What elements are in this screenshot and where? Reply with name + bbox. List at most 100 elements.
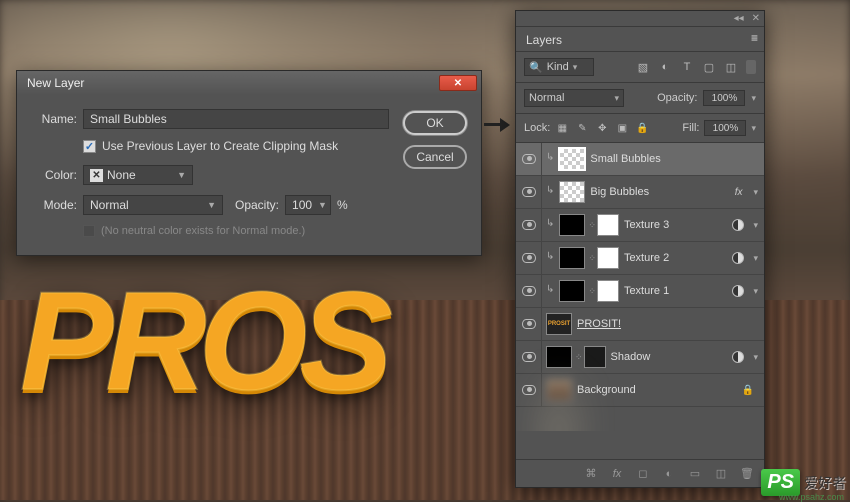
layer-thumbnail[interactable] [559,148,585,170]
expand-icon[interactable]: ▾ [753,352,758,363]
expand-icon[interactable]: ▾ [753,187,758,198]
opacity-input[interactable]: 100 ▼ [285,195,331,215]
panel-close-icon[interactable]: ✕ [752,13,760,24]
clip-indicator-icon: ↳ [546,251,554,262]
visibility-toggle[interactable] [516,209,542,241]
layer-mask-thumbnail[interactable] [597,247,619,269]
layer-name-label[interactable]: Background [577,384,737,396]
mode-select[interactable]: Normal ▼ [83,195,223,215]
fx-indicator[interactable]: fx [735,187,743,198]
advanced-blend-icon[interactable] [732,351,744,363]
chevron-down-icon: ▾ [614,93,619,104]
layer-opacity-input[interactable]: 100% [703,90,745,106]
layer-thumbnail[interactable] [559,181,585,203]
advanced-blend-icon[interactable] [732,219,744,231]
close-icon: ✕ [454,78,462,89]
lock-artboard-icon[interactable]: ▣ [615,121,629,135]
delete-layer-icon[interactable]: 🗑 [740,467,754,481]
blend-mode-select[interactable]: Normal ▾ [524,89,624,107]
layer-row[interactable]: ↳Small Bubbles [516,143,764,176]
expand-icon[interactable]: ▾ [753,253,758,264]
mask-link-icon[interactable]: ⁘ [588,253,596,264]
visibility-toggle[interactable] [516,143,542,175]
visibility-toggle[interactable] [516,242,542,274]
layer-row[interactable]: PROSIT PROSIT! [516,308,764,341]
advanced-blend-icon[interactable] [732,252,744,264]
dialog-titlebar[interactable]: New Layer ✕ [17,71,481,95]
mask-link-icon[interactable]: ⁘ [588,286,596,297]
filter-shape-icon[interactable]: ▢ [702,60,716,74]
visibility-toggle[interactable] [516,308,542,340]
eye-icon [522,286,536,296]
filter-adjustment-icon[interactable]: ◐ [658,60,672,74]
chevron-down-icon[interactable]: ▾ [751,93,756,104]
adjustment-layer-icon[interactable]: ◐ [662,467,676,481]
layer-thumbnail[interactable] [559,214,585,236]
mask-link-icon[interactable]: ⁘ [588,220,596,231]
panel-menu-icon[interactable]: ≡ [751,31,758,45]
visibility-toggle[interactable] [516,176,542,208]
layer-mask-thumbnail[interactable] [584,346,606,368]
name-input[interactable]: Small Bubbles [83,109,389,129]
eye-icon [522,319,536,329]
filter-smart-icon[interactable]: ◫ [724,60,738,74]
layer-row[interactable]: ↳ ⁘ Texture 1 ▾ [516,275,764,308]
layer-name-label[interactable]: PROSIT! [577,318,758,330]
layer-fill-input[interactable]: 100% [704,120,746,136]
eye-icon [522,220,536,230]
group-icon[interactable]: ▭ [688,467,702,481]
layer-thumbnail[interactable]: PROSIT [546,313,572,335]
layer-name-label[interactable]: Texture 2 [624,252,728,264]
layer-thumbnail[interactable] [559,280,585,302]
mask-link-icon[interactable]: ⁘ [575,352,583,363]
lock-pixels-icon[interactable]: ✎ [575,121,589,135]
layers-tab[interactable]: Layers [526,33,562,47]
layer-thumbnail[interactable] [546,346,572,368]
color-select[interactable]: ✕None ▼ [83,165,193,185]
layer-row[interactable]: Background🔒 [516,374,764,407]
layer-row[interactable]: ↳Big Bubblesfx▾ [516,176,764,209]
filter-kind-select[interactable]: 🔍 Kind ▾ [524,58,594,76]
layer-thumbnail[interactable] [546,379,572,401]
opacity-label: Opacity: [235,198,279,212]
visibility-toggle[interactable] [516,275,542,307]
mode-label: Mode: [31,198,77,212]
layer-row[interactable]: ↳ ⁘ Texture 2 ▾ [516,242,764,275]
layer-name-label[interactable]: Texture 3 [624,219,728,231]
layer-mask-thumbnail[interactable] [597,214,619,236]
expand-icon[interactable]: ▾ [753,286,758,297]
clipping-mask-checkbox[interactable]: ✓ [83,140,96,153]
visibility-toggle[interactable] [516,341,542,373]
layer-style-icon[interactable]: fx [610,467,624,481]
layers-list[interactable]: ↳Small Bubbles ↳ Big Bubbles fx ▾ ↳ ⁘ Texture 3… [516,143,764,431]
layer-row[interactable]: ⁘ Shadow ▾ [516,341,764,374]
layer-thumbnail[interactable] [559,247,585,269]
visibility-toggle[interactable] [516,374,542,406]
filter-toggle-icon[interactable] [746,60,756,74]
expand-icon[interactable]: ▾ [753,220,758,231]
new-layer-icon[interactable]: ◫ [714,467,728,481]
layer-mask-thumbnail[interactable] [597,280,619,302]
layer-name-label[interactable]: Small Bubbles [590,153,758,165]
layer-name-label[interactable]: Texture 1 [624,285,728,297]
layer-name-label[interactable]: Big Bubbles [590,186,729,198]
layer-name-label[interactable]: Shadow [611,351,728,363]
link-layers-icon[interactable]: ⌘ [584,467,598,481]
lock-all-icon[interactable]: 🔒 [635,121,649,135]
cancel-button[interactable]: Cancel [403,145,467,169]
filter-type-icon[interactable]: T [680,60,694,74]
advanced-blend-icon[interactable] [732,285,744,297]
close-button[interactable]: ✕ [439,75,477,91]
neutral-note-text: (No neutral color exists for Normal mode… [101,225,305,237]
annotation-arrow [492,118,510,132]
lock-transparency-icon[interactable]: ▦ [555,121,569,135]
new-layer-dialog: New Layer ✕ Name: Small Bubbles ✓ Use Pr… [16,70,482,256]
layer-mask-icon[interactable]: ◻ [636,467,650,481]
filter-pixel-icon[interactable]: ▧ [636,60,650,74]
ok-button[interactable]: OK [403,111,467,135]
clip-indicator-icon: ↳ [546,284,554,295]
chevron-down-icon[interactable]: ▾ [751,123,756,134]
lock-position-icon[interactable]: ✥ [595,121,609,135]
layer-row[interactable]: ↳⁘Texture 3▾ [516,209,764,242]
collapse-icon[interactable]: ◂◂ [734,13,744,24]
